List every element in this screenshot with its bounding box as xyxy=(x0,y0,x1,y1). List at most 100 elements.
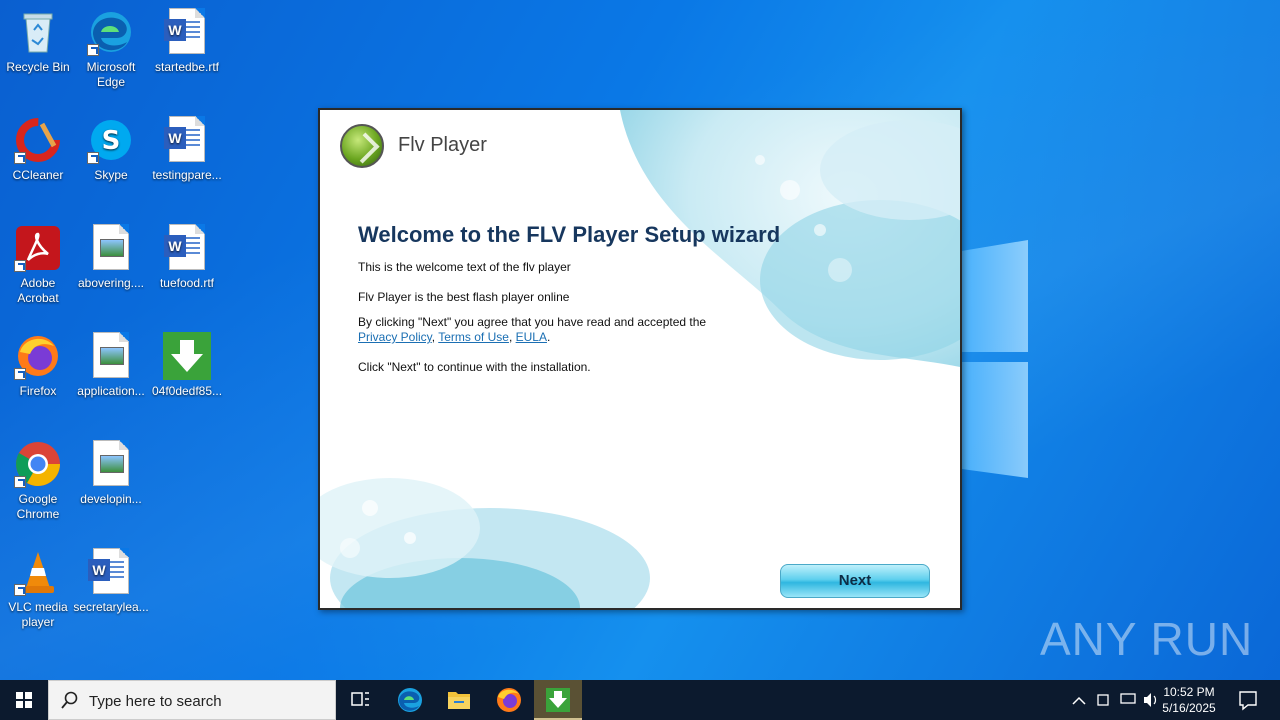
shortcut-arrow-icon xyxy=(14,152,26,164)
desktop-icon-developin[interactable]: developin... xyxy=(73,440,149,507)
adobe-acrobat-icon xyxy=(14,224,62,272)
tray-icons xyxy=(1072,693,1157,707)
taskbar-edge-button[interactable] xyxy=(386,680,434,720)
firefox-icon xyxy=(14,332,62,380)
download-installer-icon xyxy=(163,332,211,380)
desktop-icon-secretarylea[interactable]: W secretarylea... xyxy=(73,548,149,615)
recycle-bin-icon xyxy=(14,8,62,56)
setup-wizard-dialog: Flv Player Welcome to the FLV Player Set… xyxy=(318,108,962,610)
chrome-icon xyxy=(14,440,62,488)
desktop-icon-tuefood[interactable]: W tuefood.rtf xyxy=(149,224,225,291)
privacy-policy-link[interactable]: Privacy Policy xyxy=(358,330,432,344)
taskbar-search-box[interactable]: Type here to search xyxy=(48,680,336,720)
desktop-icon-label: Adobe Acrobat xyxy=(17,276,59,305)
terms-of-use-link[interactable]: Terms of Use xyxy=(438,330,509,344)
search-icon xyxy=(61,691,78,709)
search-placeholder: Type here to search xyxy=(89,693,222,710)
desktop-icon-label: Microsoft Edge xyxy=(86,60,136,89)
next-button[interactable]: Next xyxy=(780,564,930,598)
desktop-icon-abovering[interactable]: abovering.... xyxy=(73,224,149,291)
desktop-icon-adobe-acrobat[interactable]: Adobe Acrobat xyxy=(0,224,76,306)
start-button[interactable] xyxy=(0,680,48,720)
desktop-icon-application[interactable]: application... xyxy=(73,332,149,399)
vlc-cone-icon xyxy=(14,548,62,596)
ccleaner-icon xyxy=(14,116,62,164)
app-name: Flv Player xyxy=(398,134,487,156)
image-file-icon xyxy=(87,224,135,272)
shortcut-arrow-icon xyxy=(14,476,26,488)
image-file-icon xyxy=(87,440,135,488)
welcome-text: This is the welcome text of the flv play… xyxy=(358,260,571,274)
desktop-icon-google-chrome[interactable]: Google Chrome xyxy=(0,440,76,522)
shortcut-arrow-icon xyxy=(87,152,99,164)
system-tray xyxy=(1066,680,1166,720)
legal-links: Privacy Policy, Terms of Use, EULA. xyxy=(358,330,550,344)
edge-icon xyxy=(398,688,422,712)
description-text: Flv Player is the best flash player onli… xyxy=(358,290,570,304)
desktop-icon-label: testingpare... xyxy=(152,168,222,182)
desktop-icon-firefox[interactable]: Firefox xyxy=(0,332,76,399)
desktop-icon-ccleaner[interactable]: CCleaner xyxy=(0,116,76,183)
decorative-swirl-bottom xyxy=(320,478,650,608)
task-view-icon xyxy=(351,692,369,706)
desktop-icon-skype[interactable]: S Skype xyxy=(73,116,149,183)
flv-player-logo-icon xyxy=(340,124,384,168)
shortcut-arrow-icon xyxy=(14,584,26,596)
taskbar-clock[interactable]: 10:52 PM 5/16/2025 xyxy=(1154,684,1224,716)
desktop-icon-label: CCleaner xyxy=(12,168,64,182)
desktop-icon-vlc[interactable]: VLC media player xyxy=(0,548,76,630)
svg-text:S: S xyxy=(102,126,121,156)
desktop-icon-startedbe[interactable]: W startedbe.rtf xyxy=(149,8,225,75)
chevron-up-icon xyxy=(1072,696,1086,705)
word-document-icon: W xyxy=(87,548,135,596)
link-period: . xyxy=(546,330,551,344)
firefox-icon xyxy=(497,688,521,712)
desktop-icon-label: application... xyxy=(77,384,145,398)
wizard-title: Welcome to the FLV Player Setup wizard xyxy=(358,222,781,247)
taskbar-installer-button[interactable] xyxy=(534,680,582,720)
task-view-button[interactable] xyxy=(336,680,384,720)
download-installer-icon xyxy=(546,688,570,712)
notification-icon xyxy=(1239,691,1257,711)
clock-date: 5/16/2025 xyxy=(1162,701,1216,715)
windows-start-icon xyxy=(16,692,32,708)
shortcut-arrow-icon xyxy=(14,260,26,272)
word-document-icon: W xyxy=(163,224,211,272)
edge-icon xyxy=(87,8,135,56)
taskbar: Type here to search 10:52 PM 5/16/2025 xyxy=(0,680,1280,720)
taskbar-file-explorer-button[interactable] xyxy=(435,680,483,720)
clock-time: 10:52 PM xyxy=(1163,685,1215,699)
desktop-icon-label: Google Chrome xyxy=(16,492,60,521)
desktop-icon-recycle-bin[interactable]: Recycle Bin xyxy=(0,8,76,75)
windows-wallpaper-logo xyxy=(960,240,1030,480)
desktop-icon-label: VLC media player xyxy=(8,600,68,629)
desktop-icon-microsoft-edge[interactable]: Microsoft Edge xyxy=(73,8,149,90)
desktop-icon-label: tuefood.rtf xyxy=(159,276,215,290)
network-icon xyxy=(1120,693,1136,704)
desktop-icon-label: abovering.... xyxy=(77,276,145,290)
volume-icon xyxy=(1144,693,1151,707)
meet-now-icon xyxy=(1097,694,1109,706)
desktop-icon-label: secretarylea... xyxy=(73,600,149,614)
word-document-icon: W xyxy=(163,8,211,56)
desktop-icon-label: developin... xyxy=(80,492,142,506)
shortcut-arrow-icon xyxy=(14,368,26,380)
agreement-text: By clicking "Next" you agree that you ha… xyxy=(358,315,707,329)
skype-icon: S xyxy=(87,116,135,164)
link-separator: , xyxy=(508,330,516,344)
word-document-icon: W xyxy=(163,116,211,164)
taskbar-firefox-button[interactable] xyxy=(485,680,533,720)
shortcut-arrow-icon xyxy=(87,44,99,56)
desktop-icon-label: 04f0dedf85... xyxy=(151,384,223,398)
desktop-icon-testingpare[interactable]: W testingpare... xyxy=(149,116,225,183)
desktop-icon-label: startedbe.rtf xyxy=(154,60,220,74)
desktop-icon-04f0dedf85[interactable]: 04f0dedf85... xyxy=(149,332,225,399)
image-file-icon xyxy=(87,332,135,380)
desktop-icon-label: Recycle Bin xyxy=(6,60,70,74)
desktop-icon-label: Skype xyxy=(94,168,128,182)
continue-instruction: Click "Next" to continue with the instal… xyxy=(358,360,591,374)
eula-link[interactable]: EULA xyxy=(516,330,547,344)
notification-center-button[interactable] xyxy=(1224,680,1272,720)
anyrun-watermark: ANY RUN xyxy=(1040,613,1254,665)
desktop-icon-label: Firefox xyxy=(19,384,57,398)
